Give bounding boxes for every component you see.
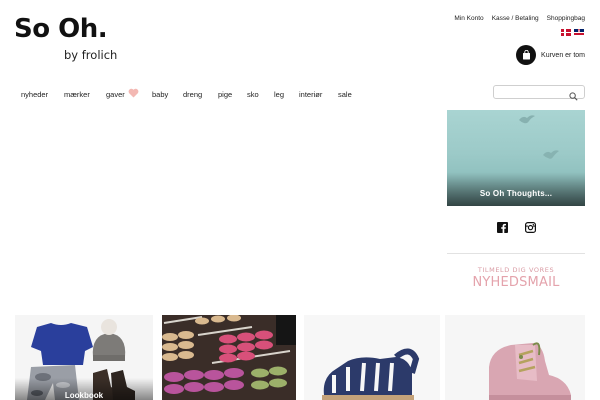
- newsletter-line-1[interactable]: TILMELD DIG VORES: [447, 266, 585, 274]
- cart-status: Kurven er tom: [541, 51, 585, 59]
- danish-flag-icon[interactable]: [561, 29, 571, 36]
- nav-item-gaver-label: gaver: [106, 89, 125, 99]
- nav-item-sale[interactable]: sale: [338, 88, 363, 100]
- newsletter-line-2[interactable]: NYHEDSMAIL: [447, 275, 585, 290]
- link-my-account[interactable]: Min Konto: [454, 15, 483, 22]
- bird-silhouette-image: [519, 115, 535, 124]
- lookbook-tile[interactable]: Lookbook: [15, 315, 153, 400]
- heart-icon: [128, 88, 139, 100]
- nav-item-gaver[interactable]: gaver: [106, 88, 152, 100]
- nav-item-dreng[interactable]: dreng: [183, 88, 218, 100]
- link-checkout[interactable]: Kasse / Betaling: [492, 15, 539, 22]
- boot-tile[interactable]: [445, 315, 585, 400]
- bird-silhouette-image-2: [543, 150, 559, 159]
- nav-item-interior[interactable]: interiør: [299, 88, 338, 100]
- sandal-tile[interactable]: [304, 315, 440, 400]
- logo[interactable]: So Oh. by frolich: [14, 14, 117, 62]
- logo-main-text: So Oh.: [14, 14, 108, 44]
- thoughts-banner[interactable]: So Oh Thoughts...: [447, 110, 585, 206]
- nav-item-sko[interactable]: sko: [247, 88, 274, 100]
- sidebar-divider: [447, 253, 585, 254]
- nav-item-pige[interactable]: pige: [218, 88, 247, 100]
- facebook-icon[interactable]: [497, 222, 508, 233]
- top-links: Min Konto Kasse / Betaling Shoppingbag: [454, 15, 585, 22]
- main-nav: nyheder mærker gaver baby dreng pige sko…: [21, 88, 363, 100]
- cart-button[interactable]: Kurven er tom: [516, 45, 585, 65]
- link-shoppingbag[interactable]: Shoppingbag: [547, 15, 585, 22]
- search-input[interactable]: [494, 91, 566, 104]
- search-box: [493, 85, 585, 104]
- nav-item-maerker[interactable]: mærker: [64, 88, 106, 100]
- sandal-image: [322, 348, 420, 400]
- language-switcher: [561, 29, 584, 36]
- nav-item-baby[interactable]: baby: [152, 88, 183, 100]
- macarons-image: [162, 315, 296, 400]
- boot-image: [489, 342, 571, 400]
- lookbook-label: Lookbook: [64, 391, 104, 400]
- logo-sub-text: by frolich: [64, 48, 118, 62]
- macarons-tile[interactable]: [162, 315, 296, 400]
- nav-item-nyheder[interactable]: nyheder: [21, 88, 64, 100]
- english-flag-icon[interactable]: [574, 29, 584, 36]
- nav-item-leg[interactable]: leg: [274, 88, 299, 100]
- thoughts-label: So Oh Thoughts...: [479, 189, 553, 198]
- shopping-bag-icon: [516, 45, 537, 65]
- search-icon[interactable]: [569, 88, 578, 106]
- instagram-icon[interactable]: [525, 222, 536, 233]
